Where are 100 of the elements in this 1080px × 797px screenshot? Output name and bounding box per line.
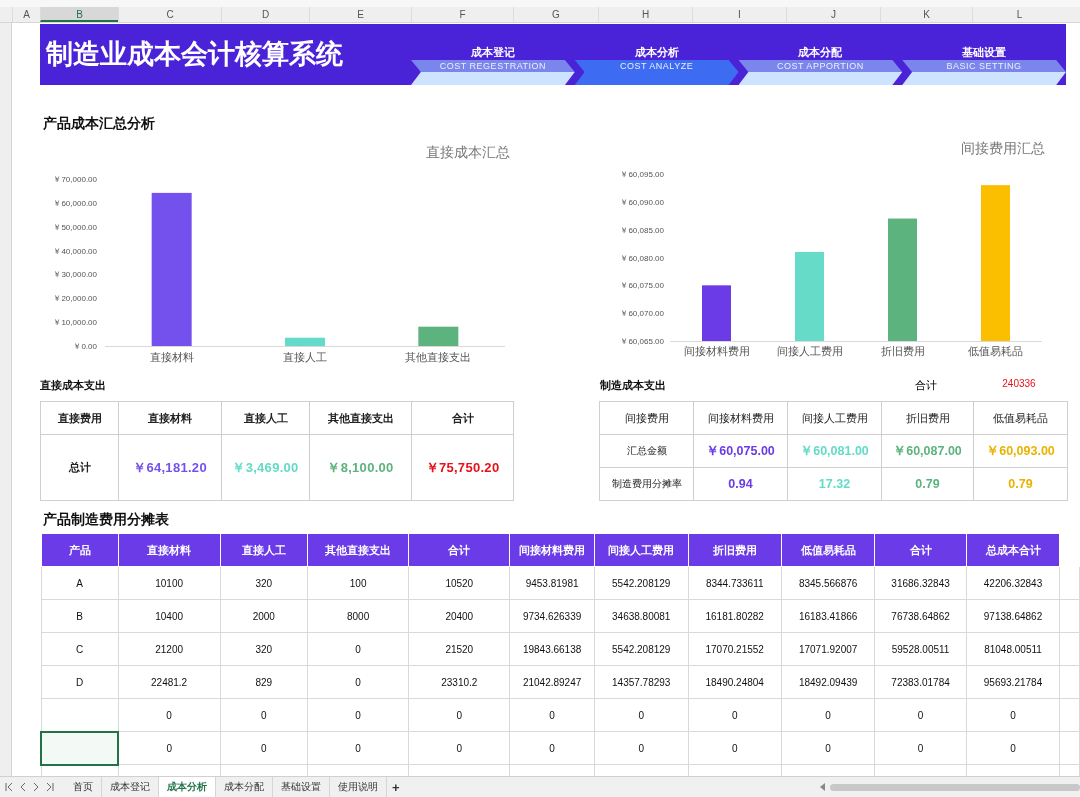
column-header: 低值易耗品 bbox=[781, 533, 875, 567]
table-cell: 10100 bbox=[118, 566, 221, 600]
column-header[interactable]: D bbox=[221, 7, 309, 22]
table-cell: 0 bbox=[874, 731, 967, 765]
table-cell: 829 bbox=[220, 665, 308, 699]
column-header: 合计 bbox=[411, 401, 514, 435]
column-header: 其他直接支出 bbox=[307, 533, 409, 567]
column-header[interactable]: H bbox=[598, 7, 692, 22]
nav-tab[interactable]: 成本登记 COST REGESTRATION bbox=[411, 24, 575, 85]
axis-tick-label: ￥60,075.00 bbox=[620, 281, 664, 291]
table-cell: ￥75,750.20 bbox=[411, 434, 514, 501]
table-cell: 0 bbox=[408, 731, 510, 765]
table-title: 产品制造费用分摊表 bbox=[42, 510, 170, 529]
sheet-tab[interactable]: 成本分配 bbox=[216, 777, 273, 797]
axis-category-label: 低值易耗品 bbox=[968, 345, 1023, 357]
column-header[interactable]: G bbox=[513, 7, 598, 22]
column-header: 低值易耗品 bbox=[973, 401, 1068, 435]
column-header: 直接人工 bbox=[220, 533, 308, 567]
table-cell: 0 bbox=[594, 731, 688, 765]
column-header: 总成本合计 bbox=[966, 533, 1060, 567]
table-cell: 320 bbox=[220, 566, 308, 600]
chart-title: 间接费用汇总 bbox=[961, 140, 1045, 156]
add-sheet-button[interactable]: + bbox=[387, 779, 405, 795]
previous-sheet-icon[interactable] bbox=[20, 782, 26, 792]
app-title: 制造业成本会计核算系统 bbox=[44, 38, 344, 71]
sheet-tab[interactable]: 首页 bbox=[65, 777, 102, 797]
next-sheet-icon[interactable] bbox=[33, 782, 39, 792]
nav-tab[interactable]: 成本分析 COST ANALYZE bbox=[574, 24, 739, 85]
horizontal-scrollbar[interactable] bbox=[830, 783, 1080, 791]
first-sheet-icon[interactable] bbox=[5, 782, 13, 792]
table-cell: 21520 bbox=[408, 632, 510, 666]
table-cell: 17071.92007 bbox=[781, 632, 875, 666]
table-cell: 0 bbox=[874, 698, 967, 732]
axis-tick-label: ￥70,000.00 bbox=[53, 175, 97, 184]
axis-tick-label: ￥10,000.00 bbox=[53, 318, 97, 328]
table-cell: 8344.733611 bbox=[688, 566, 782, 600]
table-cell: 72383.01784 bbox=[874, 665, 967, 699]
table-cell: 17070.21552 bbox=[688, 632, 782, 666]
table-cell: 0 bbox=[220, 731, 308, 765]
chart-title: 直接成本汇总 bbox=[426, 144, 510, 160]
table-cell: 9734.626339 bbox=[509, 599, 595, 633]
table-cell: 8000 bbox=[307, 599, 409, 633]
table-cell: 9453.81981 bbox=[509, 566, 595, 600]
table-cell[interactable]: C bbox=[41, 632, 119, 666]
table-cell: 16183.41866 bbox=[781, 599, 875, 633]
table-cell: 18490.24804 bbox=[688, 665, 782, 699]
table-title: 制造成本支出 bbox=[599, 378, 667, 393]
column-header: 间接材料费用 bbox=[693, 401, 788, 435]
column-header[interactable]: K bbox=[880, 7, 972, 22]
table-cell: ￥60,075.00 bbox=[693, 434, 788, 468]
axis-tick-label: ￥60,095.00 bbox=[620, 170, 664, 179]
table-cell: 0 bbox=[307, 698, 409, 732]
column-header[interactable]: I bbox=[692, 7, 786, 22]
column-header[interactable]: L bbox=[972, 7, 1066, 22]
column-header: 直接人工 bbox=[221, 401, 310, 435]
column-header: 合计 bbox=[874, 533, 967, 567]
bar bbox=[702, 285, 731, 341]
table-cell: 18492.09439 bbox=[781, 665, 875, 699]
table-cell: 8345.566876 bbox=[781, 566, 875, 600]
table-cell: ￥60,087.00 bbox=[881, 434, 974, 468]
table-cell: 0 bbox=[966, 731, 1060, 765]
nav-tab[interactable]: 基础设置 BASIC SETTING bbox=[902, 24, 1066, 85]
table-cell[interactable]: D bbox=[41, 665, 119, 699]
axis-category-label: 直接材料 bbox=[149, 351, 194, 363]
scroll-left-icon[interactable] bbox=[820, 783, 826, 791]
axis-tick-label: ￥40,000.00 bbox=[53, 246, 97, 256]
table-cell: 0 bbox=[509, 698, 595, 732]
table-cell: 0 bbox=[307, 665, 409, 699]
table-cell[interactable]: A bbox=[41, 566, 119, 600]
axis-category-label: 直接人工 bbox=[283, 351, 327, 363]
sheet-tab[interactable]: 使用说明 bbox=[330, 777, 387, 797]
column-header[interactable]: E bbox=[309, 7, 411, 22]
column-header[interactable]: J bbox=[786, 7, 880, 22]
column-header: 产品 bbox=[41, 533, 119, 567]
column-header: 间接人工费用 bbox=[594, 533, 688, 567]
sheet-tab[interactable]: 基础设置 bbox=[273, 777, 330, 797]
table-cell: 21042.89247 bbox=[509, 665, 595, 699]
column-header: 其他直接支出 bbox=[309, 401, 412, 435]
table-cell: 22481.2 bbox=[118, 665, 221, 699]
table-cell: 31686.32843 bbox=[874, 566, 967, 600]
nav-tab[interactable]: 成本分配 COST APPORTION bbox=[738, 24, 903, 85]
last-sheet-icon[interactable] bbox=[46, 782, 54, 792]
axis-tick-label: ￥50,000.00 bbox=[53, 222, 97, 232]
column-header[interactable]: F bbox=[411, 7, 513, 22]
column-header: 间接人工费用 bbox=[787, 401, 882, 435]
axis-tick-label: ￥60,065.00 bbox=[620, 337, 664, 346]
table-cell: 21200 bbox=[118, 632, 221, 666]
table-cell: 0.94 bbox=[693, 467, 788, 501]
table-cell: ￥60,093.00 bbox=[973, 434, 1068, 468]
table-cell: 23310.2 bbox=[408, 665, 510, 699]
table-cell: 10400 bbox=[118, 599, 221, 633]
table-cell[interactable]: B bbox=[41, 599, 119, 633]
column-header[interactable]: B bbox=[40, 7, 118, 22]
sheet-tab[interactable]: 成本分析 bbox=[159, 777, 216, 797]
column-header: 折旧费用 bbox=[881, 401, 974, 435]
column-header[interactable]: C bbox=[118, 7, 221, 22]
table-cell[interactable] bbox=[41, 731, 119, 765]
axis-category-label: 折旧费用 bbox=[880, 345, 925, 357]
column-header: 直接材料 bbox=[118, 401, 222, 435]
axis-tick-label: ￥60,080.00 bbox=[620, 253, 664, 263]
